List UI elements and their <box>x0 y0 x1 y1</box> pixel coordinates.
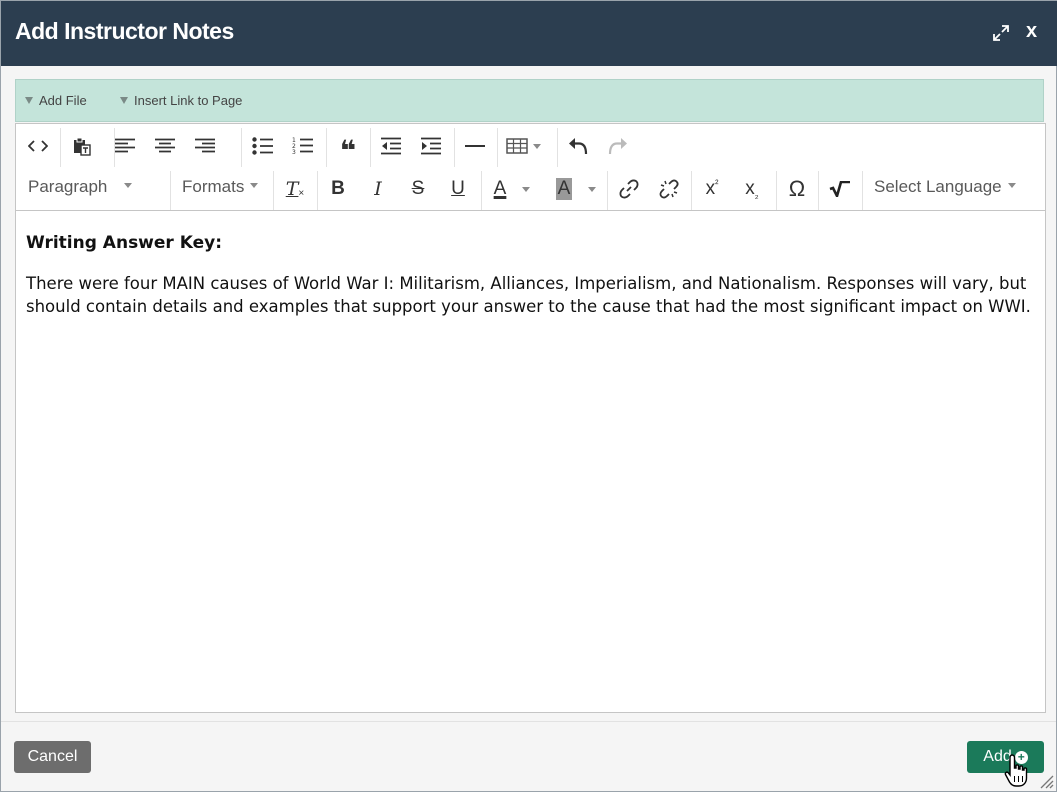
chevron-down-icon <box>1007 183 1016 188</box>
dialog-titlebar: Add Instructor Notes x <box>1 1 1057 66</box>
cancel-label: Cancel <box>27 748 78 765</box>
toolbar-row-2: Paragraph Formats T× B I S U A A x² x₂ <box>16 167 1045 210</box>
superscript-icon[interactable]: x² <box>695 171 729 207</box>
code-icon[interactable] <box>21 128 55 164</box>
unlink-icon[interactable] <box>652 171 686 207</box>
editor-toolbar: 123 ❝ Paragraph Formats T × B I S U A A … <box>16 124 1045 211</box>
chevron-down-icon <box>124 183 133 188</box>
omega-label: Ω <box>788 176 806 201</box>
link-icon[interactable] <box>612 171 646 207</box>
numbered-list-icon[interactable]: 123 <box>286 128 320 164</box>
hand-cursor-icon <box>1004 754 1028 787</box>
bold-label: B <box>331 178 345 199</box>
chevron-down-icon <box>250 183 259 188</box>
triangle-down-icon <box>25 97 33 104</box>
add-file-label: Add File <box>39 93 87 108</box>
align-center-icon[interactable] <box>148 128 182 164</box>
instructor-notes-dialog: Add Instructor Notes x Add File Insert L… <box>0 0 1057 792</box>
paragraph-dropdown[interactable]: Paragraph <box>28 177 133 197</box>
align-right-icon[interactable] <box>188 128 222 164</box>
dialog-title: Add Instructor Notes <box>15 18 234 44</box>
triangle-down-icon <box>120 97 128 104</box>
math-icon[interactable] <box>823 171 857 207</box>
paste-text-icon[interactable] <box>65 128 99 164</box>
align-left-icon[interactable] <box>108 128 142 164</box>
insert-link-toggle[interactable]: Insert Link to Page <box>120 93 242 108</box>
text-color-button[interactable]: A <box>486 171 538 207</box>
answer-key-heading: Writing Answer Key: <box>26 233 223 253</box>
blockquote-icon[interactable]: ❝ <box>331 128 365 165</box>
italic-button[interactable]: I <box>361 171 395 207</box>
editor-content[interactable]: Writing Answer Key: There were four MAIN… <box>26 232 1041 318</box>
indent-icon[interactable] <box>414 128 448 164</box>
bold-button[interactable]: B <box>321 171 355 207</box>
italic-label: I <box>374 178 382 200</box>
bullet-list-icon[interactable] <box>246 128 280 164</box>
horizontal-rule-icon[interactable] <box>458 128 492 164</box>
text-color-label: A <box>493 178 507 199</box>
special-character-icon[interactable]: Ω <box>780 171 814 207</box>
add-file-toggle[interactable]: Add File <box>25 93 87 108</box>
svg-text:3: 3 <box>292 149 296 156</box>
formats-dropdown[interactable]: Formats <box>182 177 259 197</box>
bg-color-button[interactable]: A <box>548 171 604 207</box>
strikethrough-button[interactable]: S <box>401 171 435 207</box>
clear-formatting-icon[interactable]: T × <box>278 171 312 207</box>
cancel-button[interactable]: Cancel <box>14 741 91 773</box>
paragraph-label: Paragraph <box>28 177 108 196</box>
formats-label: Formats <box>182 177 245 196</box>
close-button[interactable]: x <box>1026 20 1037 43</box>
undo-icon[interactable] <box>561 128 595 164</box>
answer-key-body: There were four MAIN causes of World War… <box>26 274 1031 316</box>
strikethrough-label: S <box>411 178 425 199</box>
chevron-down-icon <box>588 186 597 192</box>
table-icon[interactable] <box>500 128 546 164</box>
insert-link-label: Insert Link to Page <box>134 93 243 108</box>
chevron-down-icon <box>522 186 531 192</box>
outdent-icon[interactable] <box>374 128 408 164</box>
select-language-dropdown[interactable]: Select Language <box>874 177 1016 197</box>
rich-text-editor: 123 ❝ Paragraph Formats T × B I S U A A … <box>15 123 1046 713</box>
expand-icon[interactable] <box>991 23 1017 49</box>
bg-color-label: A <box>555 178 573 200</box>
subscript-icon[interactable]: x₂ <box>735 171 769 207</box>
dialog-footer: Cancel Add + <box>1 721 1056 791</box>
redo-icon[interactable] <box>601 128 635 164</box>
select-language-label: Select Language <box>874 177 1002 196</box>
resize-grip-icon[interactable] <box>1038 773 1054 789</box>
toolbar-row-1: 123 ❝ <box>16 124 1045 167</box>
underline-label: U <box>451 178 465 199</box>
underline-button[interactable]: U <box>441 171 475 207</box>
attachment-bar: Add File Insert Link to Page <box>15 79 1044 122</box>
